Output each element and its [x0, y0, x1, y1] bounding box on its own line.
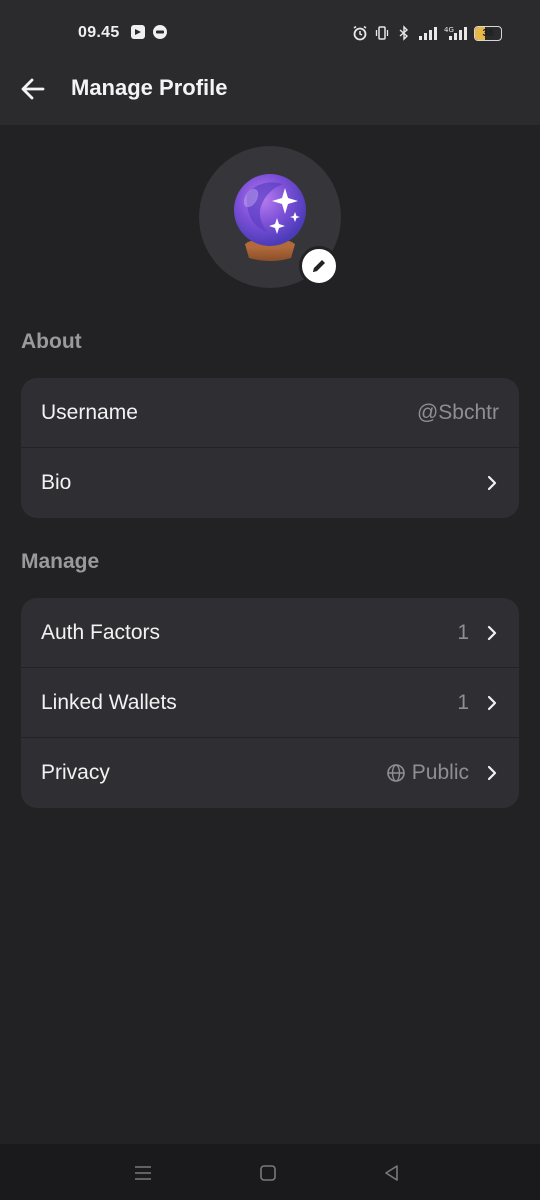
bluetooth-icon — [399, 25, 409, 41]
status-time: 09.45 — [78, 24, 120, 41]
linked-wallets-label: Linked Wallets — [41, 690, 177, 714]
linked-wallets-row[interactable]: Linked Wallets 1 — [21, 668, 519, 738]
bio-label: Bio — [41, 471, 72, 494]
section-manage-label: Manage — [21, 550, 100, 573]
4g-signal-icon: 4G — [444, 26, 467, 40]
manage-card: Auth Factors 1 Linked Wallets 1 Privacy … — [21, 598, 519, 808]
system-navigation-bar — [0, 1144, 540, 1200]
privacy-label: Privacy — [41, 761, 110, 784]
chevron-right-icon — [487, 475, 497, 491]
username-label: Username — [41, 400, 138, 424]
battery-icon: 38 — [474, 25, 502, 41]
section-about-label: About — [21, 330, 82, 353]
username-row[interactable]: Username @Sbchtr — [21, 378, 519, 448]
pencil-icon — [313, 260, 325, 272]
username-value: @Sbchtr — [416, 400, 499, 424]
back-triangle-icon[interactable] — [381, 1162, 403, 1184]
chevron-right-icon — [487, 765, 497, 781]
alarm-icon — [353, 25, 367, 41]
notification-app-icon — [131, 25, 145, 39]
back-arrow-icon[interactable] — [20, 76, 46, 102]
battery-level: 38 — [482, 27, 494, 39]
bio-row[interactable]: Bio — [21, 448, 519, 518]
crystal-ball-icon — [234, 174, 306, 261]
auth-factors-count: 1 — [457, 620, 469, 644]
vibrate-icon — [375, 26, 389, 40]
signal-icon — [419, 27, 437, 40]
about-card: Username @Sbchtr Bio — [21, 378, 519, 518]
linked-wallets-count: 1 — [457, 690, 469, 714]
status-bar: 09.45 4G 38 — [0, 0, 540, 68]
chevron-right-icon — [487, 695, 497, 710]
chevron-right-icon — [487, 625, 497, 640]
svg-text:4G: 4G — [444, 26, 454, 34]
privacy-value: Public — [411, 761, 469, 784]
page-title: Manage Profile — [71, 75, 228, 100]
home-square-icon[interactable] — [257, 1162, 279, 1184]
auth-factors-row[interactable]: Auth Factors 1 — [21, 598, 519, 668]
globe-icon — [386, 764, 405, 782]
edit-avatar-button[interactable] — [299, 246, 339, 286]
privacy-row[interactable]: Privacy Public — [21, 738, 519, 808]
message-icon — [153, 25, 167, 39]
header: Manage Profile — [0, 62, 540, 118]
auth-factors-label: Auth Factors — [41, 620, 161, 644]
menu-icon[interactable] — [132, 1162, 154, 1184]
